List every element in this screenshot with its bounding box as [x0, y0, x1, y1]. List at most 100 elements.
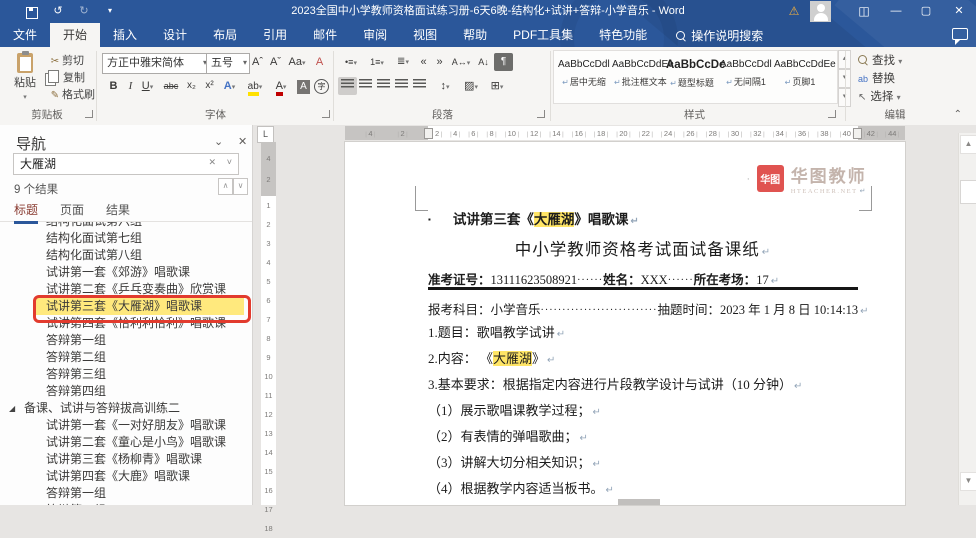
ribbon-tab[interactable]: PDF工具集: [500, 23, 586, 47]
clipboard-dialog-launcher[interactable]: [85, 110, 93, 118]
superscript-button[interactable]: x²: [200, 77, 219, 95]
close-button[interactable]: ✕: [944, 0, 974, 23]
nav-heading-item[interactable]: ◢ 答辩第三组: [0, 366, 248, 383]
subscript-button[interactable]: x₂: [182, 77, 201, 95]
comment-icon[interactable]: [952, 28, 968, 40]
shrink-font-button[interactable]: Aˇ: [266, 53, 285, 71]
character-shading-button[interactable]: A: [294, 77, 313, 95]
paragraph-dialog-launcher[interactable]: [537, 110, 545, 118]
line-spacing-button[interactable]: ↕▾: [432, 77, 458, 95]
ribbon-tab[interactable]: 设计: [150, 23, 200, 47]
ribbon-tab[interactable]: 文件: [0, 23, 50, 47]
tab-stop-selector[interactable]: L: [257, 126, 274, 143]
collapse-ribbon-icon[interactable]: ⌃: [954, 109, 962, 120]
clear-format-button[interactable]: A: [310, 53, 329, 71]
asian-layout-button[interactable]: A↔▾: [448, 53, 474, 71]
nav-heading-item[interactable]: ◢ 结构化面试第八组: [0, 247, 248, 264]
format-painter-button[interactable]: ✎格式刷: [48, 87, 95, 103]
horizontal-scrollbar-thumb[interactable]: [618, 499, 660, 505]
show-marks-button[interactable]: ¶: [494, 53, 513, 71]
next-result-button[interactable]: ∨: [233, 178, 248, 195]
styles-dialog-launcher[interactable]: [828, 110, 836, 118]
grow-font-button[interactable]: Aˆ: [248, 53, 267, 71]
replace-button[interactable]: ab替换: [858, 70, 895, 87]
navigation-tab[interactable]: 标题: [14, 201, 38, 224]
left-indent-marker[interactable]: [424, 128, 433, 139]
nav-heading-item[interactable]: ◢ 试讲第二套《童心是小鸟》唱歌课: [0, 434, 248, 451]
scrollbar-thumb[interactable]: [960, 180, 976, 204]
navigation-tab[interactable]: 结果: [106, 201, 130, 221]
increase-indent-button[interactable]: »: [430, 53, 449, 71]
vertical-scrollbar[interactable]: ▲ ▼: [958, 133, 976, 505]
nav-heading-item[interactable]: ◢ 答辩第一组: [0, 332, 248, 349]
nav-heading-item[interactable]: ◢ 试讲第四套《大鹿》唱歌课: [0, 468, 248, 485]
font-color-button[interactable]: A▾: [268, 77, 294, 95]
search-input[interactable]: [14, 154, 206, 172]
font-name-combo[interactable]: 方正中雅宋简体▾: [102, 53, 210, 74]
scroll-up-icon[interactable]: ▲: [960, 135, 976, 154]
multilevel-list-button[interactable]: ≣▾: [390, 53, 416, 71]
warning-icon[interactable]: ⚠: [784, 0, 804, 23]
nav-heading-item[interactable]: ◢ 试讲第一套《郊游》唱歌课: [0, 264, 248, 281]
ribbon-display-options-icon[interactable]: ◫: [850, 0, 878, 23]
style-card[interactable]: AaBbCcDdEe ↵页脚1: [774, 53, 824, 99]
collapse-triangle-icon[interactable]: ◢: [9, 400, 15, 417]
horizontal-ruler[interactable]: 42 246810121416182022242628303234363840 …: [345, 126, 905, 140]
text-effects-button[interactable]: A▾: [220, 77, 239, 95]
align-right-button[interactable]: [374, 77, 393, 95]
style-card[interactable]: AaBbCcDc ↵题型标题: [666, 53, 716, 99]
copy-button[interactable]: 复制: [48, 70, 85, 86]
previous-result-button[interactable]: ∧: [218, 178, 233, 195]
sort-button[interactable]: A↓: [474, 53, 493, 71]
nav-heading-item[interactable]: ◢ 结构化面试第七组: [0, 230, 248, 247]
nav-heading-item[interactable]: ◢ 答辩第二组: [0, 349, 248, 366]
strikethrough-button[interactable]: abc: [158, 77, 184, 95]
paste-button[interactable]: 粘贴▾: [6, 51, 44, 105]
shading-button[interactable]: ▨▾: [458, 77, 484, 95]
ribbon-tab[interactable]: 审阅: [350, 23, 400, 47]
document-page[interactable]: · 华图 华图教师 HTEACHER.NET↵ ▪试讲第三套《大雁湖》唱歌课↵ …: [345, 142, 905, 505]
minimize-button[interactable]: —: [882, 0, 910, 23]
style-card[interactable]: AaBbCcDdEe ↵批注框文本: [612, 53, 662, 99]
select-button[interactable]: ↖选择 ▾: [858, 88, 901, 105]
ribbon-tab[interactable]: 布局: [200, 23, 250, 47]
nav-heading-item[interactable]: ◢ 备课、试讲与答辩拔高训练二: [0, 400, 248, 417]
align-center-button[interactable]: [356, 77, 375, 95]
style-card[interactable]: AaBbCcDdl ↵无间隔1: [720, 53, 770, 99]
search-dropdown-icon[interactable]: ˅: [227, 157, 232, 167]
style-card[interactable]: AaBbCcDdl ↵居中无缩: [558, 53, 608, 99]
scroll-down-icon[interactable]: ▼: [960, 472, 976, 491]
avatar[interactable]: [810, 1, 831, 22]
pane-close-icon[interactable]: ✕: [238, 135, 247, 148]
ribbon-tab[interactable]: 插入: [100, 23, 150, 47]
change-case-button[interactable]: Aa▾: [284, 53, 310, 71]
ribbon-tab[interactable]: 视图: [400, 23, 450, 47]
right-indent-marker[interactable]: [853, 128, 862, 139]
nav-heading-item[interactable]: ◢ 试讲第三套《杨柳青》唱歌课: [0, 451, 248, 468]
tell-me-search[interactable]: 操作说明搜索: [660, 23, 763, 47]
ribbon-tab[interactable]: 开始: [50, 23, 100, 47]
cut-button[interactable]: ✂剪切: [48, 53, 84, 69]
ribbon-tab[interactable]: 帮助: [450, 23, 500, 47]
nav-heading-item[interactable]: ◢ 结构化面试第六组: [0, 222, 248, 230]
enclose-characters-button[interactable]: 字: [312, 77, 331, 95]
distribute-button[interactable]: [410, 77, 429, 95]
font-size-combo[interactable]: 五号▾: [206, 53, 250, 74]
underline-button[interactable]: U▾: [138, 77, 157, 95]
borders-button[interactable]: ⊞▾: [484, 77, 510, 95]
ribbon-tab[interactable]: 引用: [250, 23, 300, 47]
nav-heading-item[interactable]: ◢ 试讲第一套《一对好朋友》唱歌课: [0, 417, 248, 434]
nav-heading-item[interactable]: ◢ 答辩第一组: [0, 485, 248, 502]
restore-button[interactable]: ▢: [912, 0, 940, 23]
bullets-button[interactable]: •≡▾: [338, 53, 364, 71]
ribbon-tab[interactable]: 特色功能: [586, 23, 660, 47]
align-left-button[interactable]: [338, 77, 357, 95]
navigation-tab[interactable]: 页面: [60, 201, 84, 221]
find-button[interactable]: 查找 ▾: [858, 52, 902, 69]
pane-options-icon[interactable]: ⌄: [214, 135, 223, 148]
highlight-color-button[interactable]: ab▾: [242, 77, 268, 95]
nav-heading-item[interactable]: ◢ 答辩第四组: [0, 383, 248, 400]
ribbon-tab[interactable]: 邮件: [300, 23, 350, 47]
numbering-button[interactable]: 1≡▾: [364, 53, 390, 71]
font-dialog-launcher[interactable]: [322, 110, 330, 118]
